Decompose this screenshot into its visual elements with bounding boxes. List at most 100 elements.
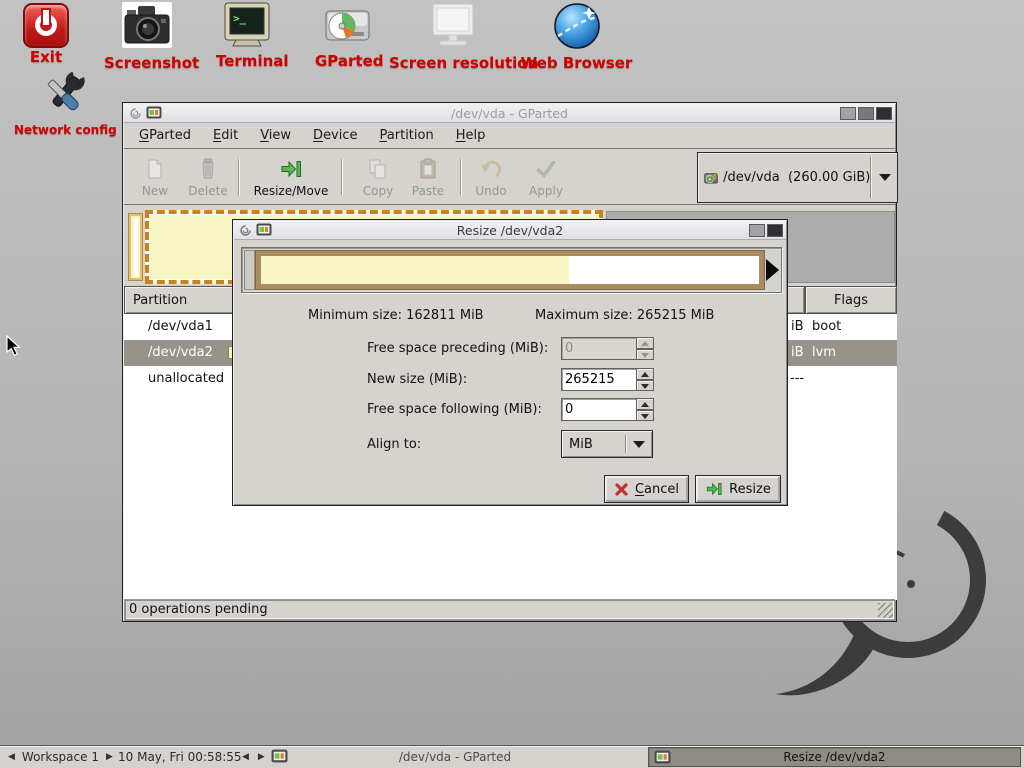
resize-dialog: Resize /dev/vda2 Minimum size: 162811 Mi… [232,219,788,506]
desktop-icon-network-config[interactable]: Network config [14,72,114,137]
paste-button[interactable]: Paste [404,152,452,202]
close-button[interactable] [767,224,783,237]
apply-button[interactable]: Apply [522,152,570,202]
next-window-arrow[interactable]: ▶ [258,752,265,762]
free-space-following-spinbox [561,398,654,421]
resize-arrow-icon [705,480,723,498]
resize-slider[interactable] [241,247,782,293]
desktop-icon-web-browser[interactable]: Web Browser [520,2,633,72]
desktop-icon-exit[interactable]: Exit [18,3,74,66]
flags-value: boot [812,314,841,340]
right-resize-handle[interactable] [765,250,781,290]
spin-up-button[interactable] [637,368,654,380]
menu-edit[interactable]: Edit [202,124,249,147]
icon-label: Exit [18,48,74,66]
resize-move-button[interactable]: Resize/Move [247,152,335,202]
tools-icon [37,72,91,119]
icon-label: Web Browser [520,54,633,72]
resize-move-icon [279,157,303,181]
main-window-titlebar[interactable]: /dev/vda - GParted [124,104,895,123]
size-partial: --- [790,366,804,392]
workspace-next-arrow[interactable]: ▶ [106,752,113,762]
terminal-icon: >_ [222,2,272,48]
partition-extent [255,250,765,290]
toolbar-separator [341,159,343,195]
task-button-gparted[interactable]: /dev/vda - GParted [266,747,644,767]
spin-down-button [637,349,654,361]
dropdown-arrow-icon [879,174,891,181]
task-button-resize-dialog[interactable]: Resize /dev/vda2 [648,747,1021,767]
spin-up-button [637,337,654,349]
power-icon [23,3,69,48]
menubar: GParted Edit View Device Partition Help [124,123,895,149]
resize-button[interactable]: Resize [695,475,781,503]
menu-view[interactable]: View [249,124,302,147]
minimize-button[interactable] [749,224,765,237]
cancel-label: Cancel [635,482,679,497]
size-partial: iB [791,314,804,340]
icon-label: Screenshot [104,54,190,72]
workspace-label: Workspace 1 [22,750,99,764]
free-space-preceding-input [561,337,637,360]
column-header-flags[interactable]: Flags [805,286,897,314]
maximum-size-label: Maximum size: 265215 MiB [535,308,714,323]
left-resize-handle[interactable] [244,250,255,290]
delete-button[interactable]: Delete [184,152,232,202]
size-partial: iB [791,340,804,366]
cancel-x-icon [614,482,629,497]
copy-icon [366,157,390,181]
window-title: /dev/vda - GParted [124,106,895,121]
new-document-icon [143,157,167,181]
new-size-spinbox [561,368,654,391]
gparted-app-icon [654,750,671,768]
clock: 10 May, Fri 00:58:55 [118,746,242,768]
menu-partition[interactable]: Partition [369,124,445,147]
globe-icon [552,2,602,50]
minimize-button[interactable] [840,107,856,120]
icon-label: Screen resolution [389,54,517,72]
copy-button[interactable]: Copy [356,152,400,202]
free-space-following-input[interactable] [561,398,637,421]
device-selector[interactable]: /dev/vda (260.00 GiB) [697,152,898,203]
gparted-app-icon [271,749,288,767]
new-size-input[interactable] [561,368,637,391]
resize-grip[interactable] [878,603,893,618]
close-button[interactable] [876,107,892,120]
desktop-icon-screen-resolution[interactable]: Screen resolution [389,2,517,72]
workspace-pager: ◀ Workspace 1 ▶ [8,746,113,768]
menu-device[interactable]: Device [302,124,368,147]
partition-name: unallocated [148,366,224,392]
spin-up-button[interactable] [637,398,654,410]
toolbar: New Delete Resize/Move Copy Paste Undo A… [124,149,895,205]
free-space-following-label: Free space following (MiB): [367,398,542,421]
free-space-preceding-label: Free space preceding (MiB): [367,337,548,360]
undo-button[interactable]: Undo [469,152,513,202]
spin-down-button[interactable] [637,410,654,422]
new-button[interactable]: New [133,152,177,202]
spin-down-button[interactable] [637,380,654,392]
mouse-cursor [6,335,21,357]
dialog-titlebar[interactable]: Resize /dev/vda2 [234,221,786,240]
monitor-icon [427,2,479,50]
apply-check-icon [534,157,558,181]
icon-label: Network config [14,123,114,137]
desktop-icon-gparted[interactable]: GParted [315,4,379,70]
partition-name: /dev/vda2 [148,340,213,366]
partition-name: /dev/vda1 [148,314,213,340]
right-arrow-icon [766,259,779,281]
desktop-icon-screenshot[interactable]: Screenshot [104,2,190,72]
partition-visual-vda1[interactable] [128,213,143,281]
menu-gparted[interactable]: GParted [128,124,202,147]
window-cycle-arrows: ◀ ▶ [242,746,265,768]
align-to-value: MiB [569,437,593,452]
workspace-prev-arrow[interactable]: ◀ [8,752,15,762]
cancel-button[interactable]: Cancel [604,475,689,503]
prev-window-arrow[interactable]: ◀ [242,752,249,762]
pending-operations-status: 0 operations pending [129,602,268,617]
align-to-dropdown[interactable]: MiB [561,430,653,458]
used-space-fill [261,256,569,284]
menu-help[interactable]: Help [445,124,497,147]
minimum-size-label: Minimum size: 162811 MiB [308,308,484,323]
desktop-icon-terminal[interactable]: >_ Terminal [216,2,278,70]
maximize-button[interactable] [858,107,874,120]
